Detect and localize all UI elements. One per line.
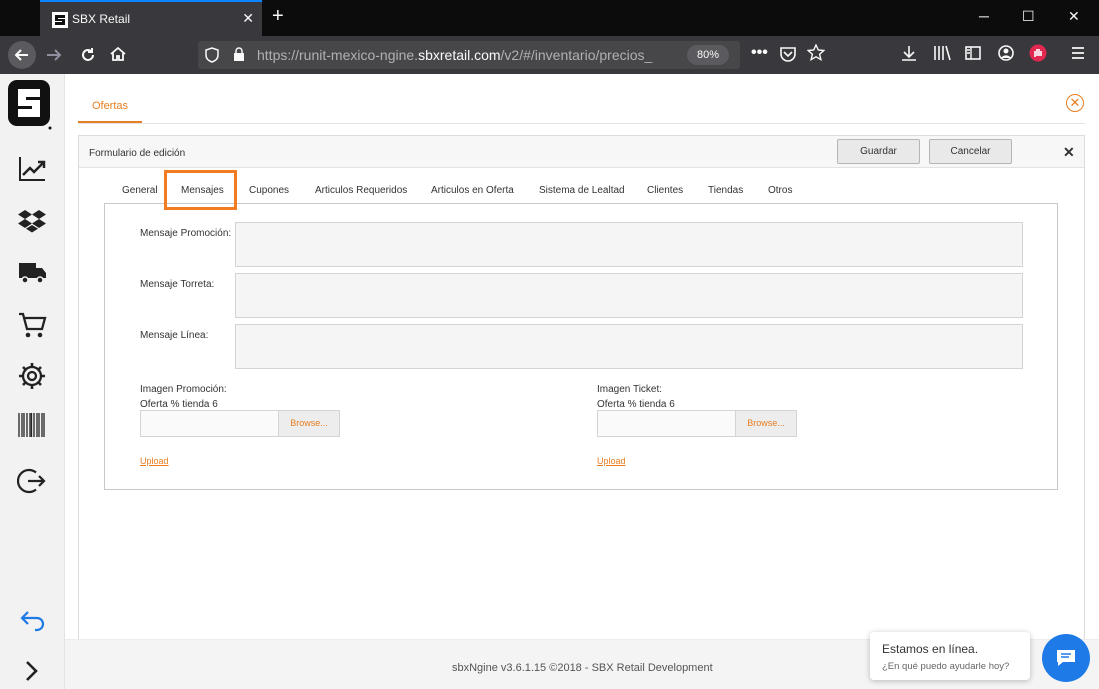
addon-hand-icon[interactable]	[1029, 44, 1047, 62]
upload-link[interactable]: Upload	[597, 456, 626, 466]
file-path-field[interactable]	[141, 411, 279, 436]
back-button[interactable]	[8, 41, 36, 69]
tab-cupones[interactable]: Cupones	[249, 185, 289, 196]
truck-icon[interactable]	[17, 257, 47, 287]
maximize-icon[interactable]: ☐	[1022, 8, 1035, 25]
chat-title: Estamos en línea.	[882, 642, 979, 656]
mensaje-linea-textarea[interactable]	[235, 324, 1023, 369]
browse-button[interactable]: Browse...	[735, 411, 796, 436]
save-button[interactable]: Guardar	[837, 139, 920, 164]
tab-ofertas[interactable]: Ofertas	[78, 96, 142, 123]
chart-trend-icon[interactable]	[17, 154, 47, 184]
reload-icon[interactable]	[78, 45, 98, 65]
tab-articulos-en-oferta[interactable]: Articulos en Oferta	[431, 185, 514, 196]
pocket-icon[interactable]	[779, 45, 797, 63]
shield-icon[interactable]	[205, 47, 219, 63]
imagen-ticket-subtitle: Oferta % tienda 6	[597, 399, 675, 410]
chat-popup[interactable]: Estamos en línea. ¿En qué puedo ayudarle…	[870, 632, 1030, 680]
library-icon[interactable]	[932, 44, 952, 62]
minimize-icon[interactable]: ─	[979, 8, 989, 24]
logout-icon[interactable]	[17, 466, 47, 496]
panel-header: Formulario de edición Guardar Cancelar ✕	[79, 136, 1084, 168]
tab-general[interactable]: General	[122, 185, 158, 196]
close-circle-icon[interactable]: ✕	[1066, 94, 1084, 112]
mensaje-promocion-label: Mensaje Promoción:	[140, 228, 232, 239]
close-window-icon[interactable]: ✕	[1068, 8, 1080, 25]
bookmark-star-icon[interactable]	[807, 44, 825, 62]
download-icon[interactable]	[900, 44, 918, 62]
home-icon[interactable]	[108, 44, 128, 64]
imagen-ticket-file-input[interactable]: Browse...	[597, 410, 797, 437]
tab-sistema-de-lealtad[interactable]: Sistema de Lealtad	[539, 185, 625, 196]
imagen-promocion-label: Imagen Promoción:	[140, 384, 227, 395]
url-text: https://runit-mexico-ngine.sbxretail.com…	[257, 47, 653, 63]
tab-tiendas[interactable]: Tiendas	[708, 185, 743, 196]
barcode-icon[interactable]	[17, 410, 47, 440]
mensaje-torreta-label: Mensaje Torreta:	[140, 279, 215, 290]
browser-tab-title: SBX Retail	[72, 12, 131, 26]
imagen-ticket-label: Imagen Ticket:	[597, 384, 663, 395]
tab-clientes[interactable]: Clientes	[647, 185, 683, 196]
mensaje-promocion-textarea[interactable]	[235, 222, 1023, 267]
chat-bubble-icon	[1057, 650, 1075, 666]
upload-link[interactable]: Upload	[140, 456, 169, 466]
imagen-promocion-subtitle: Oferta % tienda 6	[140, 399, 218, 410]
zoom-indicator[interactable]: 80%	[687, 45, 729, 65]
back-arrow-icon	[14, 49, 28, 61]
expand-chevron-icon[interactable]	[17, 656, 47, 686]
undo-icon[interactable]	[17, 606, 47, 636]
more-actions-icon[interactable]: •••	[751, 44, 768, 62]
sbx-favicon-icon	[52, 12, 68, 28]
app-sidebar	[0, 74, 65, 689]
account-icon[interactable]	[997, 44, 1015, 62]
chat-subtitle: ¿En qué puedo ayudarle hoy?	[882, 661, 1010, 672]
cart-icon[interactable]	[17, 310, 47, 340]
sidebar-toggle-icon[interactable]	[964, 44, 982, 62]
forward-arrow-icon[interactable]	[44, 45, 64, 65]
imagen-promocion-file-input[interactable]: Browse...	[140, 410, 340, 437]
mensaje-torreta-textarea[interactable]	[235, 273, 1023, 318]
chat-button[interactable]	[1042, 634, 1090, 682]
close-tab-icon[interactable]: ✕	[242, 10, 254, 27]
sbx-logo[interactable]	[6, 78, 54, 130]
cancel-button[interactable]: Cancelar	[929, 139, 1012, 164]
url-bar[interactable]: https://runit-mexico-ngine.sbxretail.com…	[198, 41, 740, 69]
active-tab-highlight	[164, 170, 237, 210]
lock-icon[interactable]	[233, 47, 245, 62]
mensaje-linea-label: Mensaje Línea:	[140, 330, 209, 341]
page-tab-strip: Ofertas	[78, 96, 1085, 124]
tab-articulos-requeridos[interactable]: Articulos Requeridos	[315, 185, 407, 196]
footer-text: sbxNgine v3.6.1.15 ©2018 - SBX Retail De…	[452, 662, 713, 674]
browser-tab[interactable]: SBX Retail ✕	[40, 0, 262, 36]
form-title: Formulario de edición	[89, 148, 186, 159]
browse-button[interactable]: Browse...	[278, 411, 339, 436]
close-panel-icon[interactable]: ✕	[1063, 144, 1075, 161]
dropbox-icon[interactable]	[17, 206, 47, 236]
menu-icon[interactable]	[1070, 45, 1086, 61]
tab-otros[interactable]: Otros	[768, 185, 792, 196]
file-path-field[interactable]	[598, 411, 736, 436]
gear-icon[interactable]	[17, 361, 47, 391]
new-tab-button[interactable]: +	[272, 5, 284, 28]
